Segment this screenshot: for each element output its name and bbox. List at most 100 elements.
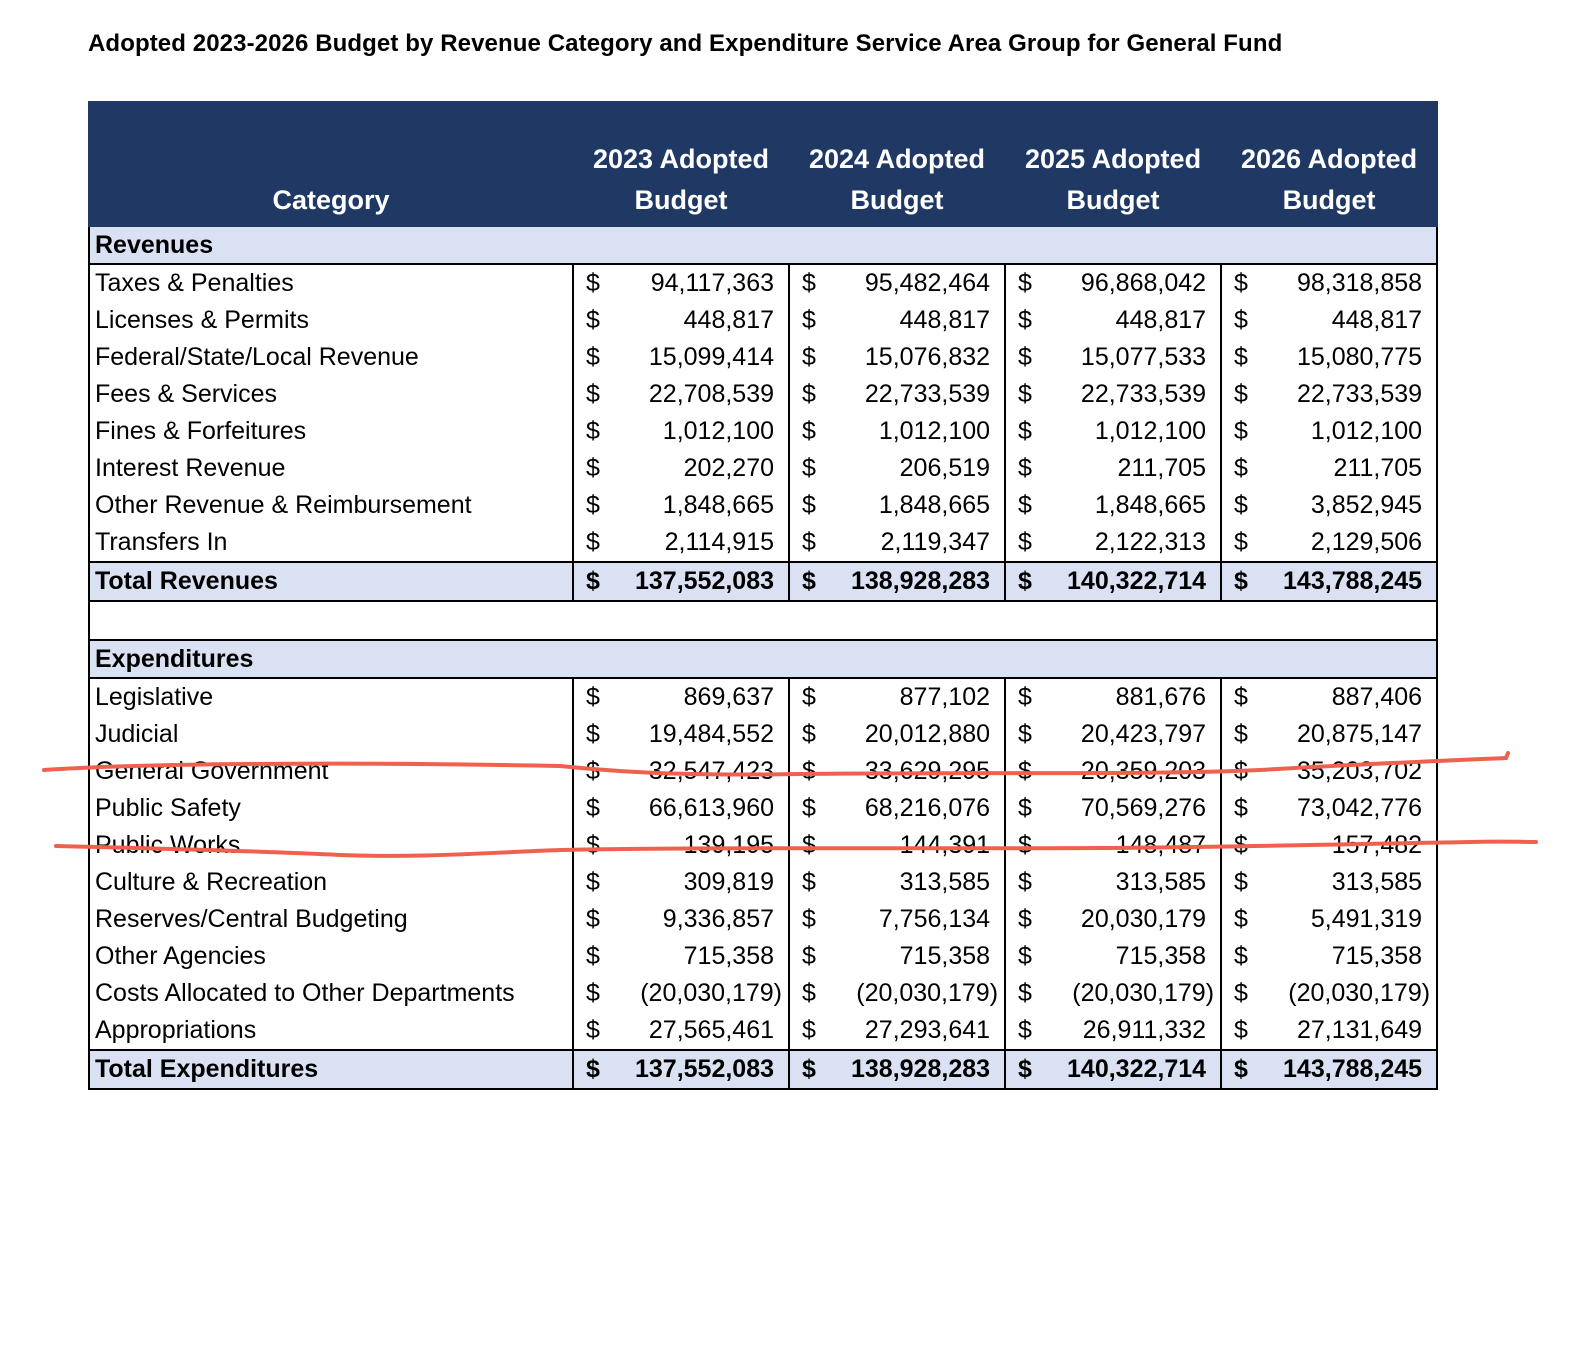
currency-symbol: $	[1018, 905, 1032, 933]
amount-cell: 15,077,533	[1051, 339, 1223, 376]
amount-cell: 66,613,960	[619, 790, 791, 827]
currency-symbol: $	[586, 380, 600, 408]
amount-cell: (20,030,179)	[619, 975, 791, 1012]
amount-cell: 869,637	[619, 678, 791, 716]
currency-symbol: $	[802, 683, 816, 711]
amount-cell: 1,848,665	[835, 487, 1007, 524]
table-row: General Government $32,547,423 $33,629,295…	[88, 753, 1439, 790]
amount-cell: 202,270	[619, 450, 791, 487]
currency-symbol: $	[802, 380, 816, 408]
budget-table: Category 2023 Adopted Budget 2024 Adopted…	[87, 101, 1439, 1090]
currency-symbol: $	[586, 269, 600, 297]
currency-symbol: $	[802, 491, 816, 519]
currency-symbol: $	[586, 979, 600, 1007]
amount-cell: 138,928,283	[835, 561, 1007, 602]
amount-cell: 715,358	[1051, 938, 1223, 975]
table-row: Appropriations $27,565,461 $27,293,641 $26,…	[88, 1012, 1439, 1050]
table-header-row: Category 2023 Adopted Budget 2024 Adopted…	[88, 101, 1439, 227]
currency-symbol: $	[802, 979, 816, 1007]
amount-cell: 73,042,776	[1267, 790, 1439, 827]
column-header-2024: 2024 Adopted Budget	[788, 101, 1007, 227]
amount-cell: 143,788,245	[1267, 1049, 1439, 1090]
amount-cell: (20,030,179)	[1051, 975, 1223, 1012]
currency-symbol: $	[586, 306, 600, 334]
amount-cell: 68,216,076	[835, 790, 1007, 827]
amount-cell: 2,129,506	[1267, 524, 1439, 562]
amount-cell: 211,705	[1267, 450, 1439, 487]
currency-symbol: $	[586, 757, 600, 785]
category-cell: Interest Revenue	[88, 450, 574, 487]
table-row: Federal/State/Local Revenue $15,099,414 $1…	[88, 339, 1439, 376]
category-cell: Judicial	[88, 716, 574, 753]
currency-symbol: $	[802, 343, 816, 371]
amount-cell: 313,585	[835, 864, 1007, 901]
currency-symbol: $	[1018, 683, 1032, 711]
currency-symbol: $	[1234, 491, 1248, 519]
currency-symbol: $	[802, 831, 816, 859]
category-cell: Total Expenditures	[88, 1049, 574, 1090]
table-row: Costs Allocated to Other Departments $ (20…	[88, 975, 1439, 1012]
amount-cell: 19,484,552	[619, 716, 791, 753]
currency-symbol: $	[1018, 831, 1032, 859]
category-cell: Public Safety	[88, 790, 574, 827]
currency-symbol: $	[1018, 720, 1032, 748]
amount-cell: 139,195	[619, 827, 791, 864]
amount-cell: (20,030,179)	[835, 975, 1007, 1012]
amount-cell: 9,336,857	[619, 901, 791, 938]
amount-cell: 211,705	[1051, 450, 1223, 487]
table-row: Fees & Services $22,708,539 $22,733,539 $22…	[88, 376, 1439, 413]
currency-symbol: $	[1005, 1049, 1052, 1090]
table-row: Licenses & Permits $448,817 $448,817 $448,8…	[88, 302, 1439, 339]
category-cell: Taxes & Penalties	[88, 264, 574, 302]
table-row: Other Agencies $715,358 $715,358 $715,358 $7…	[88, 938, 1439, 975]
amount-cell: 887,406	[1267, 678, 1439, 716]
currency-symbol: $	[1234, 868, 1248, 896]
category-cell: Other Agencies	[88, 938, 574, 975]
amount-cell: 22,708,539	[619, 376, 791, 413]
total-row-total-expenditures: Total Expenditures $137,552,083 $138,928,2…	[88, 1049, 1439, 1090]
currency-symbol: $	[802, 528, 816, 556]
column-header-2026: 2026 Adopted Budget	[1220, 101, 1439, 227]
currency-symbol: $	[1018, 417, 1032, 445]
currency-symbol: $	[586, 491, 600, 519]
category-cell: Federal/State/Local Revenue	[88, 339, 574, 376]
table-row: Legislative $869,637 $877,102 $881,676 $887,…	[88, 678, 1439, 716]
currency-symbol: $	[1234, 979, 1248, 1007]
currency-symbol: $	[802, 417, 816, 445]
currency-symbol: $	[586, 343, 600, 371]
currency-symbol: $	[1221, 561, 1268, 602]
amount-cell: 33,629,295	[835, 753, 1007, 790]
amount-cell: 3,852,945	[1267, 487, 1439, 524]
amount-cell: 143,788,245	[1267, 561, 1439, 602]
amount-cell: 27,131,649	[1267, 1012, 1439, 1050]
amount-cell: 715,358	[1267, 938, 1439, 975]
column-header-category: Category	[88, 101, 574, 227]
category-cell: Transfers In	[88, 524, 574, 562]
currency-symbol: $	[1234, 343, 1248, 371]
amount-cell: 20,030,179	[1051, 901, 1223, 938]
amount-cell: 137,552,083	[619, 561, 791, 602]
amount-cell: 1,012,100	[835, 413, 1007, 450]
amount-cell: 448,817	[835, 302, 1007, 339]
category-cell: Public Works	[88, 827, 574, 864]
currency-symbol: $	[573, 1049, 619, 1090]
table-row: Culture & Recreation $309,819 $313,585 $313…	[88, 864, 1439, 901]
spacer-row	[87, 601, 1439, 640]
currency-symbol: $	[1234, 757, 1248, 785]
table-row: Other Revenue & Reimbursement $1,848,665 $…	[88, 487, 1439, 524]
currency-symbol: $	[586, 905, 600, 933]
amount-cell: 35,203,702	[1267, 753, 1439, 790]
currency-symbol: $	[1234, 306, 1248, 334]
category-cell: General Government	[88, 753, 574, 790]
amount-cell: 22,733,539	[1051, 376, 1223, 413]
amount-cell: 15,099,414	[619, 339, 791, 376]
amount-cell: 2,114,915	[619, 524, 791, 562]
amount-cell: 148,487	[1051, 827, 1223, 864]
amount-cell: 26,911,332	[1051, 1012, 1223, 1050]
table-row: Fines & Forfeitures $1,012,100 $1,012,100 $…	[88, 413, 1439, 450]
currency-symbol: $	[802, 269, 816, 297]
amount-cell: 313,585	[1051, 864, 1223, 901]
currency-symbol: $	[1018, 491, 1032, 519]
currency-symbol: $	[1018, 1016, 1032, 1044]
currency-symbol: $	[1018, 979, 1032, 1007]
